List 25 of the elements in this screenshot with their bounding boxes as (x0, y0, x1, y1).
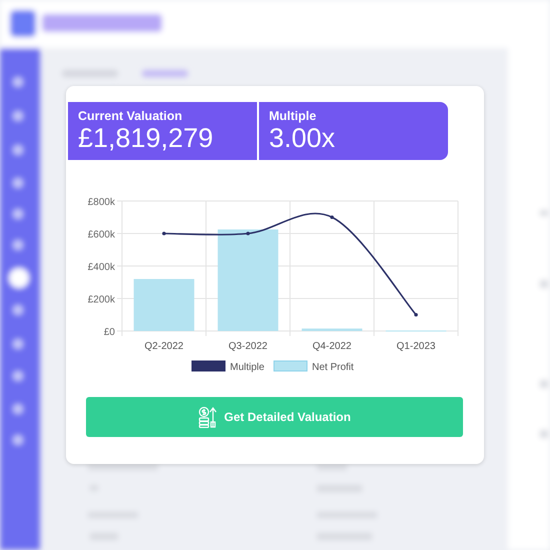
x-axis-label: Q4-2022 (312, 341, 352, 352)
net-profit-bar (302, 328, 362, 331)
net-profit-bar (134, 279, 194, 331)
point (162, 232, 166, 236)
y-axis-label: £600k (88, 230, 115, 240)
detailed-valuation-button[interactable]: Get Detailed Valuation (86, 397, 463, 437)
point (246, 232, 250, 236)
legend-label: Multiple (230, 362, 264, 373)
x-axis-label: Q1-2023 (396, 341, 436, 352)
stat-label: Multiple (269, 109, 316, 123)
legend-label: Net Profit (312, 362, 354, 373)
x-axis-label: Q2-2022 (144, 341, 184, 352)
point (330, 215, 334, 220)
y-axis-label: £200k (88, 294, 115, 306)
y-axis-label: £400k (88, 262, 115, 273)
stat-value: £1,819,279 (78, 123, 214, 153)
y-axis-label: £800k (88, 197, 115, 208)
legend-swatch (274, 360, 308, 372)
y-axis-label: £0 (104, 327, 115, 338)
legend-swatch (192, 360, 226, 372)
point (414, 312, 418, 317)
stat-label: Current Valuation (78, 109, 182, 123)
stat-value: 3.00x (269, 123, 336, 153)
x-axis-label: Q3-2022 (228, 341, 268, 352)
money-growth-icon (198, 406, 218, 428)
